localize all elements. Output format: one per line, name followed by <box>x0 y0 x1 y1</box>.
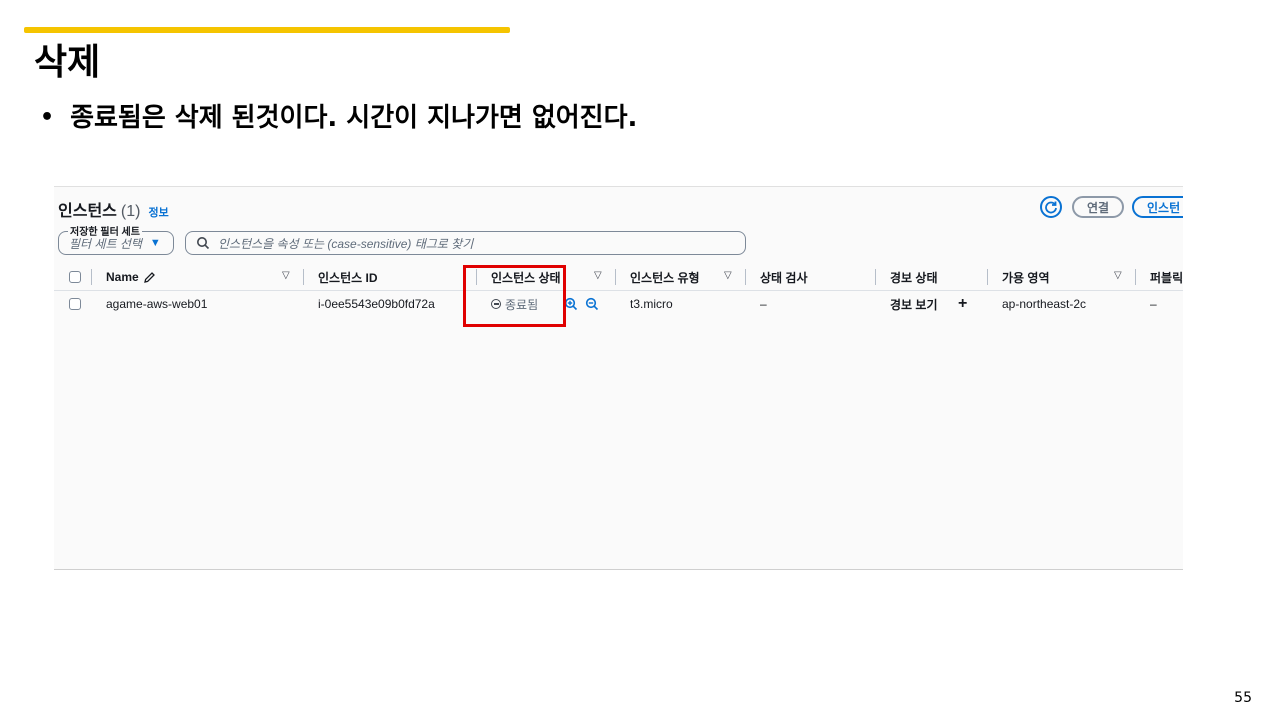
launch-instances-button[interactable]: 인스턴 <box>1132 196 1183 218</box>
instance-name: agame-aws-web01 <box>106 297 208 311</box>
column-header-alarm[interactable]: 경보 상태 <box>890 264 938 290</box>
panel-header: 인스턴스 (1) 정보 <box>58 197 169 221</box>
column-divider <box>91 269 92 285</box>
zoom-in-icon[interactable] <box>564 297 578 311</box>
refresh-icon <box>1045 201 1057 214</box>
column-divider <box>987 269 988 285</box>
sort-icon[interactable]: ▽ <box>724 270 732 281</box>
instance-count: (1) <box>120 203 141 220</box>
sort-icon[interactable]: ▽ <box>1114 270 1122 281</box>
status-check-value: – <box>760 297 767 311</box>
availability-zone: ap-northeast-2c <box>1002 297 1087 311</box>
zoom-out-icon[interactable] <box>585 297 599 311</box>
column-divider <box>745 269 746 285</box>
column-header-type[interactable]: 인스턴스 유형 <box>630 264 700 290</box>
instance-id-link[interactable]: i-0ee5543e09b0fd72a <box>318 291 435 317</box>
page-number: 55 <box>1234 690 1252 706</box>
table-row[interactable]: agame-aws-web01 i-0ee5543e09b0fd72a 종료됨 … <box>54 291 1183 317</box>
column-header-az[interactable]: 가용 영역 <box>1002 264 1050 290</box>
column-divider <box>303 269 304 285</box>
saved-filter-label: 저장한 필터 세트 <box>68 223 142 238</box>
connect-button[interactable]: 연결 <box>1072 196 1124 218</box>
search-icon <box>197 237 210 250</box>
public-ip-value: – <box>1150 297 1157 311</box>
bullet-text: 종료됨은 삭제 된것이다. 시간이 지나가면 없어진다. <box>70 103 638 133</box>
highlight-box <box>463 265 566 327</box>
info-link[interactable]: 정보 <box>148 204 168 220</box>
row-checkbox[interactable] <box>69 291 81 317</box>
sort-icon[interactable]: ▽ <box>282 270 290 281</box>
select-all-checkbox[interactable] <box>69 264 81 290</box>
column-header-name[interactable]: Name <box>106 264 156 290</box>
title-accent-bar <box>24 27 510 33</box>
bullet-point: • 종료됨은 삭제 된것이다. 시간이 지나가면 없어진다. <box>40 100 637 136</box>
sort-icon[interactable]: ▽ <box>594 270 602 281</box>
search-input[interactable]: 인스턴스을 속성 또는 (case-sensitive) 태그로 찾기 <box>185 231 746 255</box>
refresh-button[interactable] <box>1040 196 1062 218</box>
view-alarms-link[interactable]: 경보 보기 <box>890 291 938 317</box>
caret-down-icon: ▼ <box>149 237 161 249</box>
panel-title: 인스턴스 <box>58 203 117 220</box>
column-divider <box>1135 269 1136 285</box>
table-header: Name ▽ 인스턴스 ID 인스턴스 상태 ▽ 인스턴스 유형 ▽ 상태 검사… <box>54 264 1183 291</box>
instances-panel: 인스턴스 (1) 정보 연결 인스턴 저장한 필터 세트 필터 세트 선택 ▼ … <box>54 186 1183 570</box>
slide-title: 삭제 <box>34 42 101 83</box>
instance-type: t3.micro <box>630 297 673 311</box>
column-header-status-check[interactable]: 상태 검사 <box>760 264 808 290</box>
column-header-public[interactable]: 퍼블릭 <box>1150 264 1183 290</box>
column-name-label: Name <box>106 270 139 284</box>
pencil-icon <box>143 271 155 283</box>
column-divider <box>615 269 616 285</box>
add-alarm-button[interactable]: + <box>958 291 967 317</box>
column-header-instance-id[interactable]: 인스턴스 ID <box>318 264 378 290</box>
search-placeholder: 인스턴스을 속성 또는 (case-sensitive) 태그로 찾기 <box>218 236 474 251</box>
column-divider <box>875 269 876 285</box>
bullet-dot: • <box>40 105 55 130</box>
